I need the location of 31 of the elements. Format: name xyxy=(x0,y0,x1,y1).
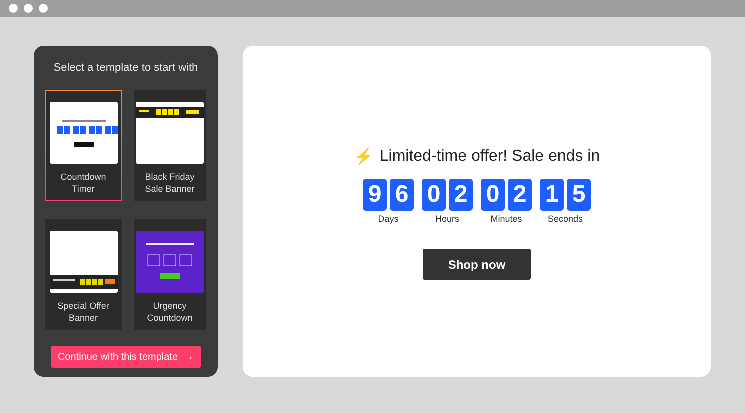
window-dot-icon xyxy=(24,4,33,13)
countdown-digit: 0 xyxy=(481,179,505,211)
countdown-digit: 2 xyxy=(449,179,473,211)
unit-label: Minutes xyxy=(490,214,522,224)
window-dot-icon xyxy=(9,4,18,13)
template-card[interactable]: Countdown Timer xyxy=(45,90,122,201)
panel-title: Select a template to start with xyxy=(52,62,200,74)
urgency-thumbnail-drawing xyxy=(136,231,204,293)
template-card[interactable]: Urgency Countdown xyxy=(134,219,206,330)
countdown-digit: 9 xyxy=(363,179,387,211)
template-card[interactable]: Special Offer Banner xyxy=(45,219,122,330)
template-label: Urgency Countdown xyxy=(146,300,194,324)
unit-label: Days xyxy=(378,214,399,224)
lightning-icon: ⚡ xyxy=(354,147,374,167)
countdown-thumbnail-drawing xyxy=(50,102,118,164)
template-label: Special Offer Banner xyxy=(56,300,110,324)
unit-label: Seconds xyxy=(548,214,584,224)
countdown-digit: 1 xyxy=(540,179,564,211)
window-dot-icon xyxy=(39,4,48,13)
countdown-digit: 5 xyxy=(567,179,591,211)
unit-label: Hours xyxy=(435,214,460,224)
countdown-digit: 2 xyxy=(508,179,532,211)
template-label: Countdown Timer xyxy=(60,171,108,195)
shop-now-button[interactable]: Shop now xyxy=(423,249,531,280)
countdown-digit: 6 xyxy=(390,179,414,211)
banner-thumbnail-drawing xyxy=(50,231,118,293)
headline: Limited-time offer! Sale ends in xyxy=(380,148,600,166)
template-label: Black Friday Sale Banner xyxy=(144,171,196,195)
countdown-digit: 0 xyxy=(422,179,446,211)
template-card[interactable]: Black Friday Sale Banner xyxy=(134,90,206,201)
banner-thumbnail-drawing xyxy=(136,102,204,164)
